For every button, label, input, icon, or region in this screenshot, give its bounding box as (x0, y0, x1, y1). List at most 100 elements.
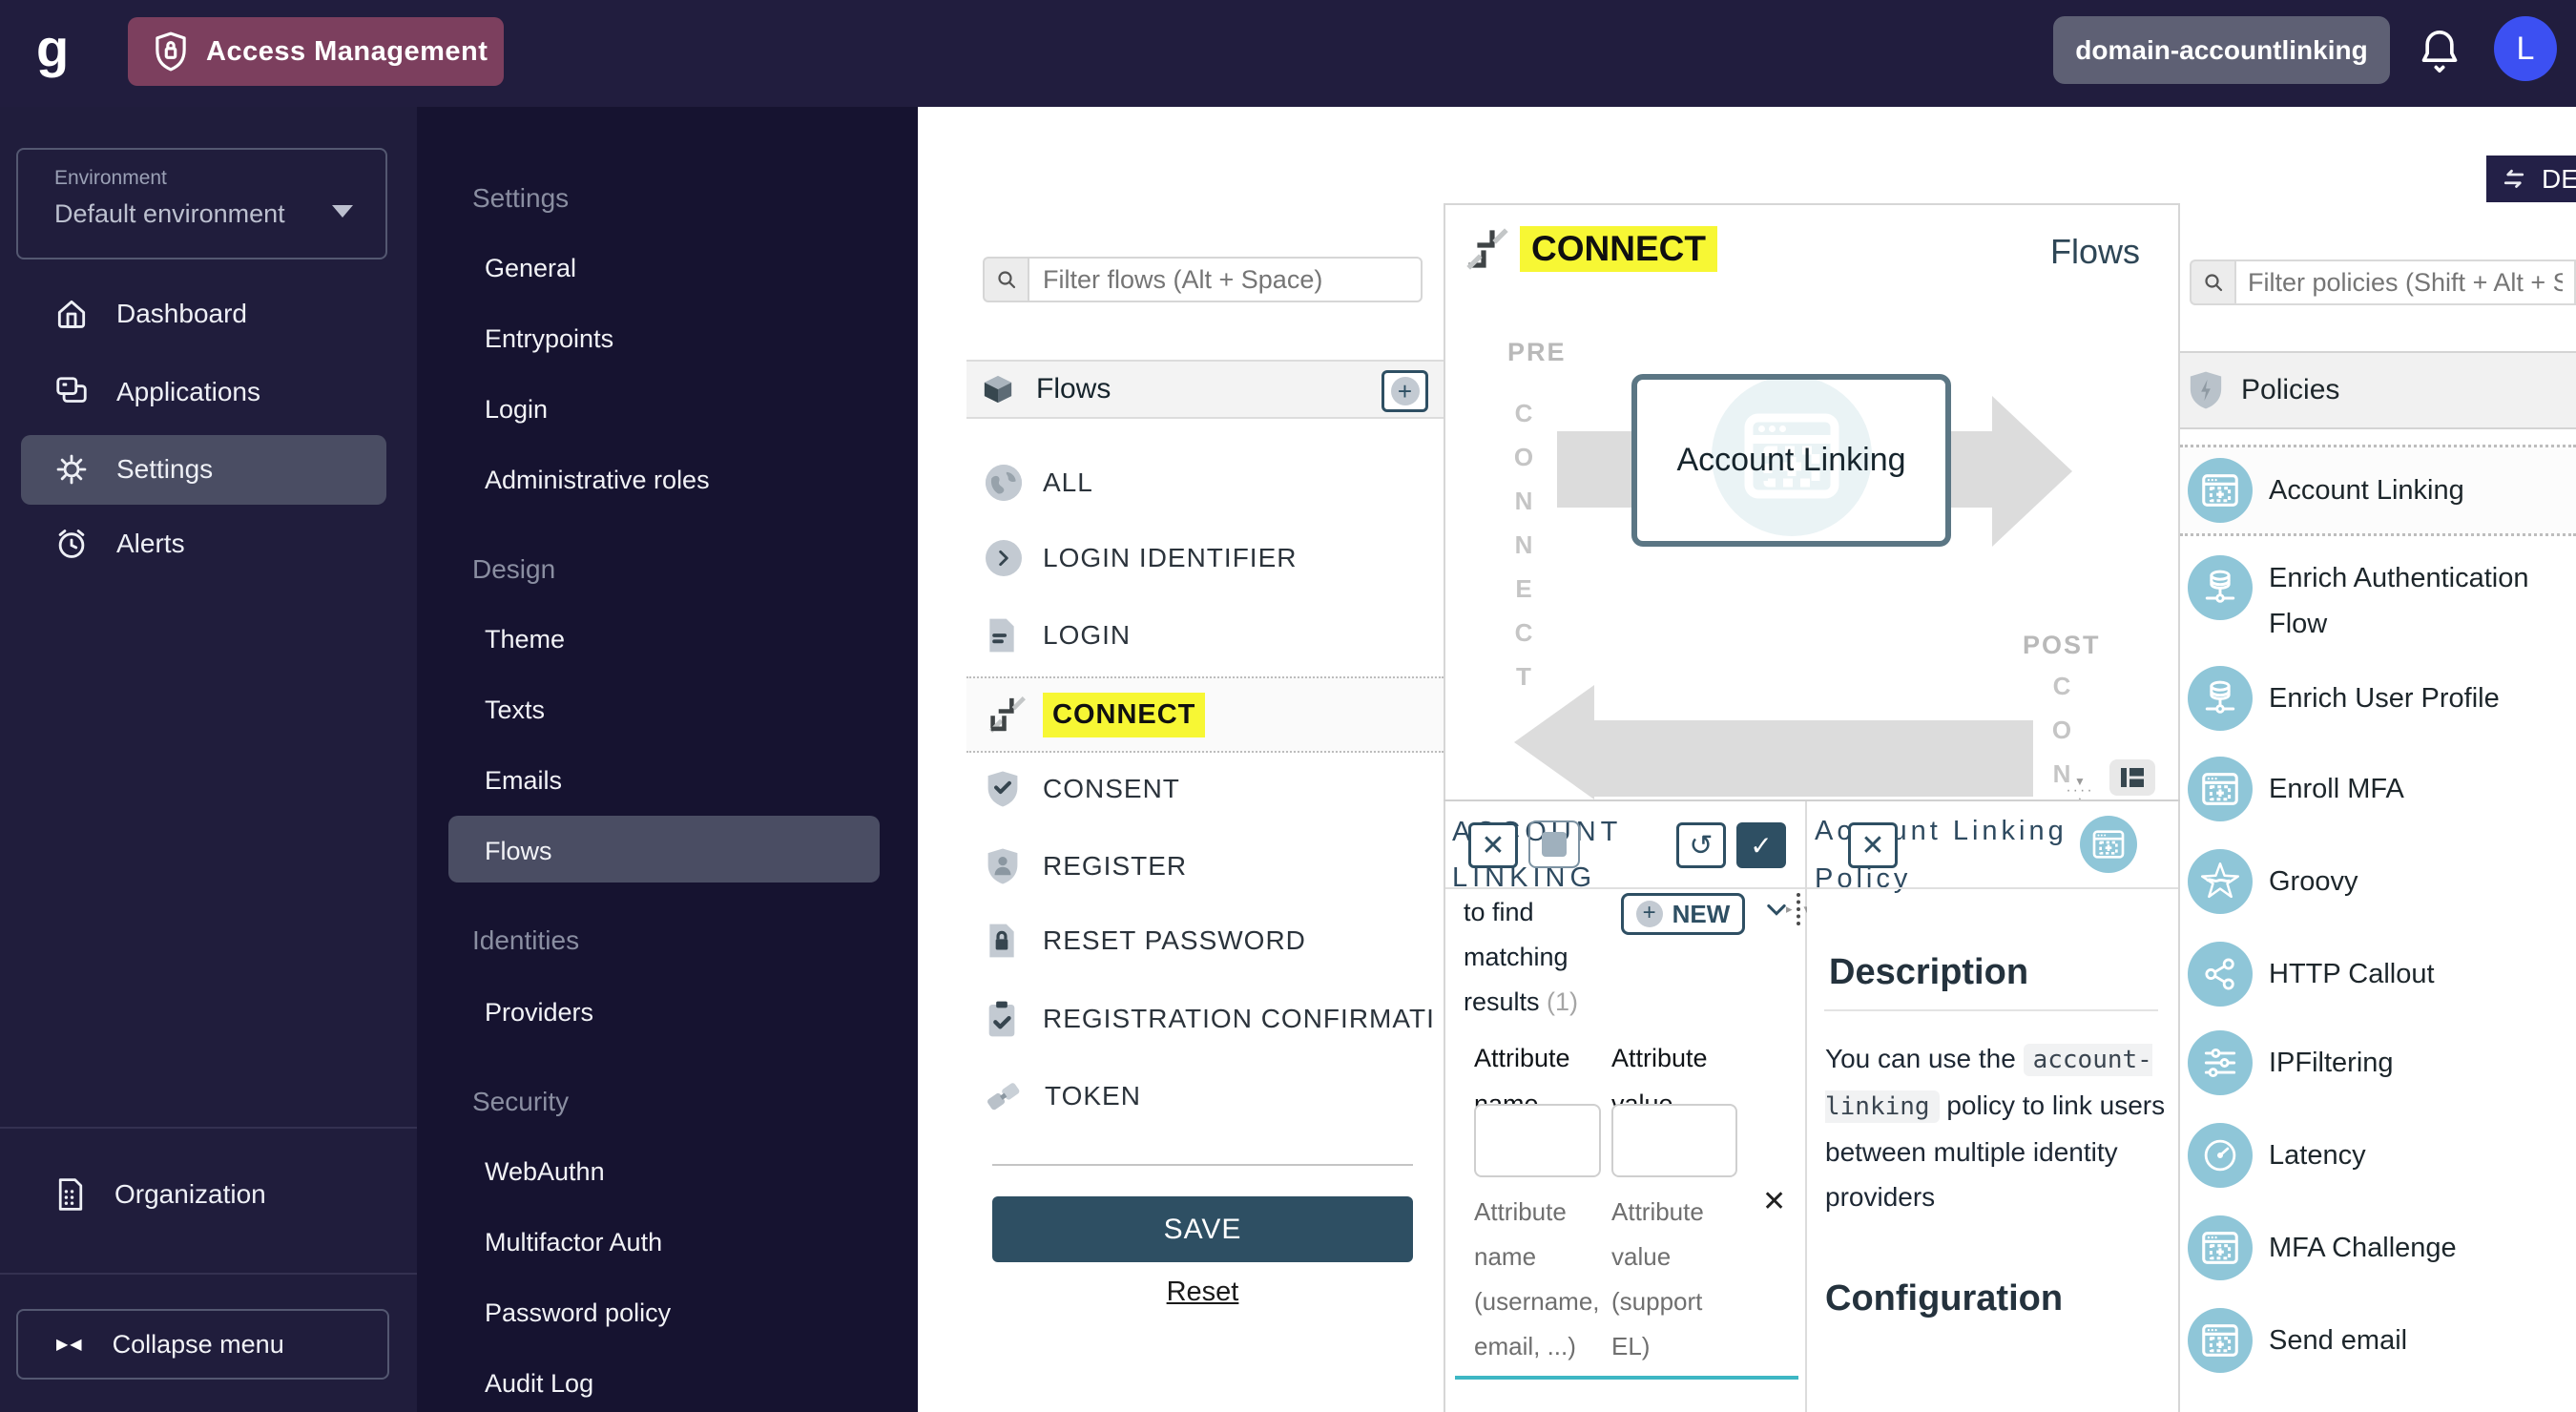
nav-item-general[interactable]: General (485, 254, 576, 283)
sidebar-item-dashboard[interactable]: Dashboard (53, 296, 247, 332)
policy-detail-panel: Account Linking Policy ✕ Description You… (1807, 801, 2180, 1412)
divider (1824, 1009, 2158, 1011)
policy-item-ipfiltering[interactable]: IPFiltering (2180, 1030, 2576, 1095)
nav-item-entrypoints[interactable]: Entrypoints (485, 324, 613, 354)
policy-item-enroll-mfa[interactable]: Enroll MFA (2180, 757, 2576, 821)
flow-item-label: LOGIN (1043, 620, 1131, 651)
flows-panel-title: Flows (1036, 373, 1111, 405)
configuration-heading: Configuration (1825, 1278, 2063, 1319)
flow-item-consent[interactable]: CONSENT (986, 770, 1180, 808)
policy-item-mfa-challenge[interactable]: MFA Challenge (2180, 1215, 2576, 1280)
share-nodes-icon (2188, 942, 2253, 1007)
nav-item-emails[interactable]: Emails (485, 766, 562, 796)
sidebar-item-label: Applications (116, 377, 260, 407)
nav-item-login[interactable]: Login (485, 395, 548, 425)
flow-item-connect[interactable]: CONNECT (966, 676, 1444, 753)
nav-item-theme[interactable]: Theme (485, 625, 565, 654)
sidebar-item-organization[interactable]: Organization (55, 1175, 266, 1214)
layout-toggle-button[interactable] (2109, 759, 2155, 796)
apply-step-button[interactable]: ✓ (1736, 822, 1786, 868)
nav-item-webauthn[interactable]: WebAuthn (485, 1157, 605, 1187)
flow-item-registration-confirmation[interactable]: REGISTRATION CONFIRMATIO (986, 1000, 1434, 1038)
nav-item-texts[interactable]: Texts (485, 696, 545, 725)
reset-link[interactable]: Reset (992, 1277, 1413, 1308)
designer-canvas[interactable]: PRE CONNECT Account Linking POST CONNECT… (1444, 292, 2180, 799)
new-attribute-button[interactable]: + NEW (1621, 893, 1745, 935)
environment-select[interactable]: Environment Default environment (16, 148, 387, 260)
nav-item-password-policy[interactable]: Password policy (485, 1298, 671, 1328)
policy-item-label: Enroll MFA (2269, 774, 2404, 805)
gravitee-logo[interactable]: g (36, 17, 69, 79)
refresh-step-button[interactable]: ↺ (1676, 822, 1726, 868)
sidebar-item-applications[interactable]: Applications (53, 374, 260, 410)
domain-pill[interactable]: domain-accountlinking (2053, 16, 2390, 84)
flow-item-label: ALL (1043, 467, 1093, 498)
flow-node-account-linking[interactable]: Account Linking (1631, 374, 1951, 547)
avatar-initial: L (2517, 31, 2535, 68)
flow-item-login[interactable]: LOGIN (986, 617, 1131, 654)
save-button[interactable]: SAVE (992, 1196, 1413, 1262)
policy-item-send-email[interactable]: Send email (2180, 1308, 2576, 1373)
close-policy-button[interactable]: ✕ (1848, 822, 1898, 868)
close-step-button[interactable]: ✕ (1468, 822, 1518, 868)
policies-filter (2190, 260, 2576, 305)
window-plus-icon (2188, 458, 2253, 523)
flow-item-reset-password[interactable]: RESET PASSWORD (986, 923, 1306, 959)
description-heading: Description (1829, 952, 2028, 993)
nav-item-audit-log[interactable]: Audit Log (485, 1369, 593, 1399)
design-mode-label: DE (2542, 164, 2576, 195)
groovy-star-icon (2188, 849, 2253, 914)
sidebar-item-label: Alerts (116, 529, 185, 559)
design-mode-button[interactable]: DE (2486, 156, 2576, 202)
pre-connect-vertical-label: CONNECT (1508, 399, 1538, 723)
policy-item-groovy[interactable]: Groovy (2180, 849, 2576, 914)
policies-panel-header: Policies (2180, 351, 2576, 429)
collapse-menu-button[interactable]: ▶◀ Collapse menu (16, 1309, 389, 1380)
flows-filter-input[interactable] (1028, 257, 1423, 302)
policy-item-latency[interactable]: Latency (2180, 1123, 2576, 1188)
nav-item-administrative-roles[interactable]: Administrative roles (485, 466, 710, 495)
sidebar-secondary (417, 107, 918, 1412)
swap-arrows-icon (2500, 165, 2528, 194)
sliders-icon (2188, 1030, 2253, 1095)
splitter-handle-horizontal[interactable]: ▼ ···· ▲ (2064, 777, 2096, 799)
policy-item-account-linking[interactable]: Account Linking (2180, 445, 2576, 536)
triangle-right-icon: ▸ (1786, 902, 1793, 917)
attribute-value-input[interactable] (1611, 1104, 1737, 1177)
remove-attribute-icon[interactable]: ✕ (1762, 1185, 1786, 1218)
flow-item-token[interactable]: TOKEN (984, 1077, 1141, 1115)
flow-item-label: RESET PASSWORD (1043, 925, 1306, 956)
nav-item-flows[interactable]: Flows (485, 837, 552, 866)
flow-item-label: CONSENT (1043, 774, 1180, 804)
flow-item-label: CONNECT (1043, 693, 1205, 737)
add-flow-button[interactable]: + (1381, 370, 1428, 412)
attribute-name-help: Attribute name (username, email, ...) (1474, 1190, 1610, 1369)
avatar[interactable]: L (2494, 16, 2557, 81)
policies-filter-input[interactable] (2234, 260, 2576, 305)
attribute-name-input[interactable] (1474, 1104, 1601, 1177)
flow-item-register[interactable]: REGISTER (986, 847, 1187, 885)
refresh-icon: ↺ (1689, 829, 1713, 862)
policy-item-label: MFA Challenge (2269, 1233, 2457, 1264)
sidebar-item-alerts[interactable]: Alerts (53, 526, 185, 562)
plus-icon: + (1636, 901, 1663, 927)
sidebar-item-settings[interactable]: Settings (53, 451, 213, 488)
chevron-down-icon (332, 205, 353, 218)
nav-item-providers[interactable]: Providers (485, 998, 593, 1028)
flow-item-all[interactable]: ALL (986, 465, 1093, 501)
connect-icon (1465, 226, 1510, 272)
nav-section-identities: Identities (472, 925, 579, 956)
policy-item-enrich-user-profile[interactable]: Enrich User Profile (2180, 666, 2576, 731)
flows-filter (983, 257, 1423, 302)
designer-flow-name: CONNECT (1520, 226, 1717, 272)
policy-item-enrich-authentication-flow[interactable]: Enrich Authentication Flow (2180, 555, 2576, 647)
dots-vertical-icon (1797, 893, 1800, 925)
flow-item-login-identifier[interactable]: LOGIN IDENTIFIER (986, 540, 1297, 576)
nav-item-multifactor-auth[interactable]: Multifactor Auth (485, 1228, 662, 1257)
policy-item-http-callout[interactable]: HTTP Callout (2180, 942, 2576, 1007)
divider (1445, 887, 1806, 889)
app-badge[interactable]: Access Management (128, 17, 504, 86)
attribute-value-help: Attribute value (support EL) (1611, 1190, 1735, 1369)
notifications-bell-icon[interactable] (2419, 27, 2461, 76)
node-ghost-icon (1528, 820, 1580, 868)
